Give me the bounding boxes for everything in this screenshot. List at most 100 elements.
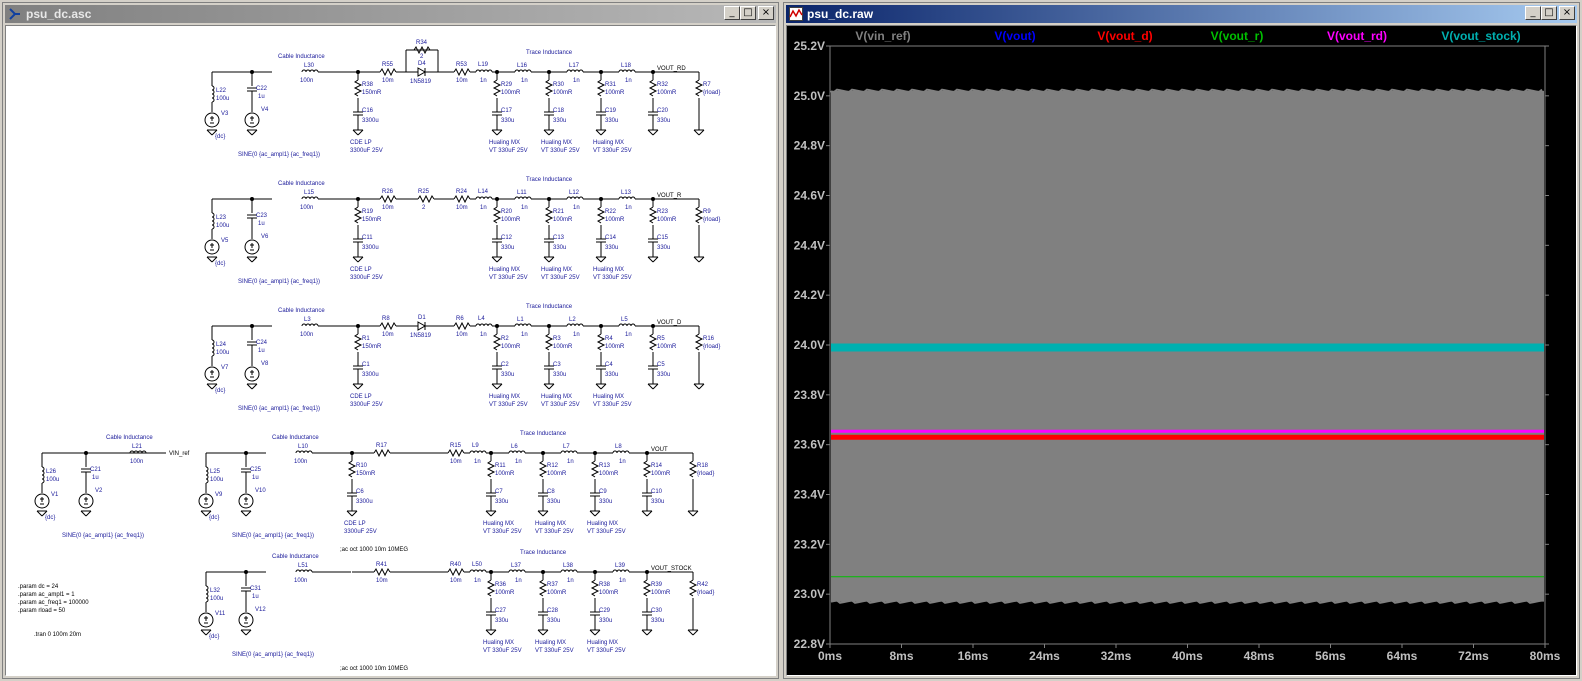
- legend-entry[interactable]: V(vout_d): [1097, 29, 1152, 43]
- legend-entry[interactable]: V(vout): [994, 29, 1035, 43]
- maximize-button[interactable]: □: [740, 6, 756, 20]
- schematic-label: V11: [215, 611, 226, 617]
- schematic-label: C20: [657, 108, 669, 114]
- minimize-button[interactable]: _: [1525, 6, 1541, 20]
- schematic-label: 1n: [567, 459, 574, 465]
- wire: [692, 629, 699, 636]
- schematic-label: 330u: [501, 118, 514, 124]
- schematic-label: L9: [472, 443, 479, 449]
- schematic-label: L17: [569, 63, 580, 69]
- schematic-label: 150mR: [356, 471, 376, 477]
- schematic-label: L8: [615, 444, 622, 450]
- schematic-label: L13: [621, 190, 632, 196]
- schematic-label: Trace Inductance: [520, 550, 567, 556]
- minimize-button[interactable]: _: [724, 6, 740, 20]
- resistor-symbol: [688, 460, 698, 478]
- wire: [542, 629, 549, 636]
- legend-entry[interactable]: V(vout_stock): [1441, 29, 1520, 43]
- schematic-label: 1n: [515, 459, 522, 465]
- resistor-symbol: [453, 194, 471, 204]
- schematic-label: 100n: [294, 578, 307, 584]
- schematic-label: 330u: [599, 499, 612, 505]
- wire: [543, 383, 550, 390]
- schematic-label: Hualing MX: [587, 521, 618, 527]
- schematic-label: C6: [356, 489, 364, 495]
- resistor-symbol: [596, 206, 606, 224]
- schematic-label: 2: [422, 205, 426, 211]
- schematic-label: 330u: [501, 372, 514, 378]
- legend-entry[interactable]: V(vout_rd): [1327, 29, 1387, 43]
- spice-directive: .param ac_ampl1 = 1: [18, 592, 75, 598]
- schematic-label: R41: [376, 562, 388, 568]
- schematic-label: {rload}: [703, 90, 720, 96]
- legend-entry[interactable]: V(vin_ref): [855, 29, 910, 43]
- wire: [693, 256, 700, 263]
- wire: [496, 129, 503, 136]
- resistor-symbol: [596, 79, 606, 97]
- wire: [647, 129, 654, 136]
- maximize-button[interactable]: □: [1541, 6, 1557, 20]
- schematic-label: R34: [416, 40, 428, 46]
- schematic-label: VT 330uF 25V: [483, 529, 522, 535]
- schematic-label: Cable Inductance: [278, 181, 325, 187]
- schematic-label: 330u: [657, 245, 670, 251]
- x-tick-label: 56ms: [1315, 649, 1346, 663]
- schematic-label: 100u: [216, 223, 229, 229]
- schematic-titlebar[interactable]: psu_dc.asc _ □ ×: [5, 5, 776, 23]
- schematic-label: C13: [553, 235, 565, 241]
- schematic-label: 10m: [382, 332, 394, 338]
- schematic-label: R29: [501, 82, 513, 88]
- schematic-label: C25: [250, 467, 262, 473]
- schematic-label: R30: [553, 82, 565, 88]
- legend-entry[interactable]: V(vout_r): [1211, 29, 1264, 43]
- schematic-label: Hualing MX: [535, 640, 566, 646]
- schematic-label: 1n: [515, 578, 522, 584]
- schematic-label: R22: [605, 209, 617, 215]
- schematic-label: 10m: [456, 78, 468, 84]
- schematic-drawing[interactable]: L22100uV3{dc}C221uV4SINE(0 {ac_ampl1} {a…: [6, 26, 775, 676]
- net-label: VOUT: [651, 447, 668, 453]
- schematic-label: Cable Inductance: [278, 54, 325, 60]
- schematic-label: Hualing MX: [541, 394, 572, 400]
- schematic-label: 1n: [619, 459, 626, 465]
- schematic-label: 1n: [480, 332, 487, 338]
- schematic-label: 330u: [605, 245, 618, 251]
- resistor-symbol: [648, 206, 658, 224]
- close-button[interactable]: ×: [758, 6, 774, 20]
- net-label: VOUT_RD: [657, 66, 686, 72]
- wire: [352, 256, 359, 263]
- schematic-label: 1u: [258, 221, 265, 227]
- schematic-label: VT 330uF 25V: [593, 148, 632, 154]
- resistor-symbol: [642, 460, 652, 478]
- wire: [251, 129, 258, 136]
- waveform-plot[interactable]: 25.2V 25.0V 24.8V 24.6V 24.4V 24.2V 24.0V 23.8V…: [787, 26, 1576, 676]
- schematic-label: 1n: [521, 205, 528, 211]
- schematic-label: V10: [255, 488, 266, 494]
- schematic-label: 100mR: [599, 471, 619, 477]
- schematic-label: R36: [495, 582, 507, 588]
- wire: [36, 510, 43, 517]
- y-tick-label: 23.6V: [794, 438, 825, 452]
- schematic-label: R40: [450, 562, 462, 568]
- schematic-canvas[interactable]: L22 100u V3 {dc} C22 1u V4 SINE(0 {ac_ampl1} {a…: [5, 25, 776, 676]
- resistor-symbol: [694, 333, 704, 351]
- spice-directive: .param rload = 50: [18, 608, 66, 614]
- schematic-label: 100n: [300, 205, 313, 211]
- waveform-titlebar[interactable]: psu_dc.raw _ □ ×: [786, 5, 1577, 23]
- schematic-label: R25: [418, 189, 430, 195]
- schematic-label: C28: [547, 608, 559, 614]
- schematic-label: L51: [298, 563, 309, 569]
- schematic-label: 1N5819: [410, 333, 432, 339]
- waveform-pane[interactable]: 25.2V 25.0V 24.8V 24.6V 24.4V 24.2V 24.0V 23.8V…: [786, 25, 1577, 676]
- close-button[interactable]: ×: [1559, 6, 1575, 20]
- wire: [80, 510, 87, 517]
- resistor-symbol: [648, 333, 658, 351]
- schematic-label: L50: [472, 562, 483, 568]
- wire: [548, 256, 555, 263]
- schematic-label: V12: [255, 607, 266, 613]
- resistor-symbol: [544, 79, 554, 97]
- schematic-label: C15: [657, 235, 669, 241]
- schematic-label: 330u: [651, 618, 664, 624]
- schematic-label: 1n: [480, 205, 487, 211]
- wire: [542, 510, 549, 517]
